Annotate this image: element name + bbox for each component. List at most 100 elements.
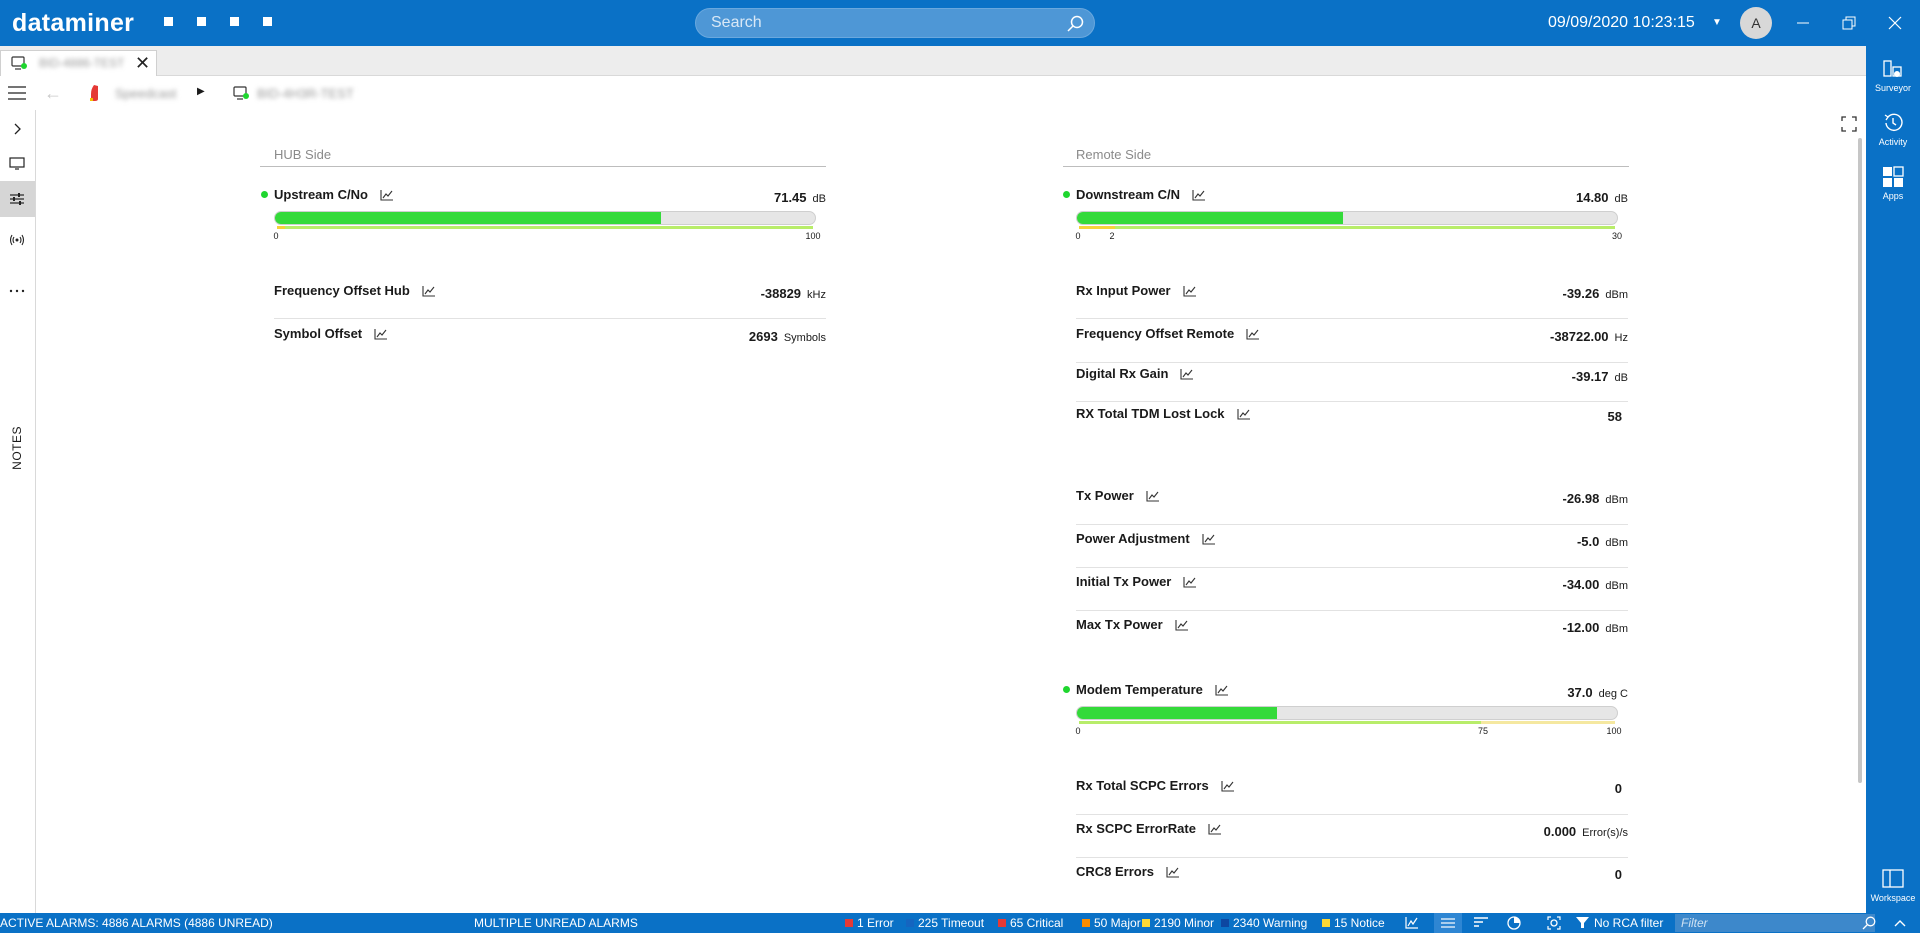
downstream-cn-param[interactable]: Downstream C/N 14.80 dB — [1076, 187, 1628, 207]
breadcrumb-separator-icon[interactable]: ▶ — [197, 86, 205, 97]
apps-button[interactable]: Apps — [1866, 166, 1920, 201]
hamburger-menu-icon[interactable] — [8, 86, 26, 100]
gauge-fill — [1077, 212, 1344, 224]
restore-icon[interactable] — [1838, 12, 1860, 34]
surveyor-icon — [1883, 60, 1902, 77]
filter-icon[interactable] — [1576, 916, 1589, 929]
param-label: RX Total TDM Lost Lock — [1076, 406, 1251, 421]
alarm-counter[interactable]: 50 Major — [1082, 916, 1141, 930]
alarm-counter[interactable]: 65 Critical — [998, 916, 1063, 930]
alarm-counter[interactable]: 2190 Minor — [1142, 916, 1214, 930]
list-icon — [1441, 918, 1455, 928]
param-label: Modem Temperature — [1076, 682, 1229, 697]
trend-icon[interactable] — [380, 189, 394, 201]
modem-temperature-gauge — [1076, 706, 1618, 720]
param-value: 37.0 deg C — [1567, 685, 1628, 700]
bar-view-icon[interactable] — [1474, 916, 1488, 929]
trend-icon[interactable] — [1221, 780, 1235, 792]
connections-tab[interactable] — [0, 222, 35, 258]
pie-view-icon[interactable] — [1507, 916, 1521, 930]
trend-icon[interactable] — [1183, 285, 1197, 297]
trend-icon[interactable] — [374, 328, 388, 340]
trend-icon[interactable] — [1236, 408, 1251, 420]
parameter-row[interactable]: CRC8 Errors 0 — [1076, 864, 1628, 884]
parameter-row[interactable]: RX Total TDM Lost Lock 58 — [1076, 406, 1628, 426]
parameter-row[interactable]: Digital Rx Gain -39.17 dB — [1076, 366, 1628, 386]
parameter-row[interactable]: Rx Input Power -39.26 dBm — [1076, 283, 1628, 303]
trend-icon[interactable] — [1202, 533, 1216, 545]
breadcrumb-item-view[interactable]: Speedcast — [115, 86, 176, 101]
focus-icon[interactable] — [1547, 916, 1561, 930]
alarm-counter[interactable]: 2340 Warning — [1221, 916, 1307, 930]
trend-icon[interactable] — [1192, 189, 1206, 201]
downstream-cn-gauge — [1076, 211, 1618, 225]
active-alarms-text[interactable]: ACTIVE ALARMS: 4886 ALARMS (4886 UNREAD) — [0, 916, 273, 930]
close-icon[interactable] — [1884, 12, 1906, 34]
parameter-row[interactable]: Rx SCPC ErrorRate 0.000 Error(s)/s — [1076, 821, 1628, 841]
trend-icon[interactable] — [1183, 576, 1197, 588]
parameters-tab[interactable] — [0, 181, 35, 217]
row-divider — [1076, 814, 1628, 815]
quick-launch-item-2[interactable] — [197, 17, 206, 26]
trend-icon[interactable] — [1166, 866, 1180, 878]
display-tab[interactable] — [0, 145, 35, 181]
param-value: -5.0 dBm — [1576, 534, 1628, 549]
expand-panel-button[interactable] — [0, 111, 35, 147]
history-icon — [1884, 113, 1903, 132]
parameter-row[interactable]: Frequency Offset Hub -38829 kHz — [274, 283, 826, 303]
back-arrow-icon[interactable]: ← — [44, 83, 62, 104]
quick-launch-item-3[interactable] — [230, 17, 239, 26]
tab-element[interactable]: BID-4886-TEST ✕ — [0, 50, 157, 76]
parameter-row[interactable]: Power Adjustment -5.0 dBm — [1076, 531, 1628, 551]
list-view-button[interactable] — [1434, 913, 1462, 933]
parameter-row[interactable]: Tx Power -26.98 dBm — [1076, 488, 1628, 508]
alarm-counter[interactable]: 15 Notice — [1322, 916, 1385, 930]
alarm-counter[interactable]: 1 Error — [845, 916, 894, 930]
avatar[interactable]: A — [1740, 7, 1772, 39]
row-divider — [1076, 857, 1628, 858]
parameter-row[interactable]: Rx Total SCPC Errors 0 — [1076, 778, 1628, 798]
parameter-row[interactable]: Symbol Offset 2693 Symbols — [274, 326, 826, 346]
trend-icon[interactable] — [422, 285, 436, 297]
search-icon[interactable] — [1862, 916, 1876, 930]
trend-icon[interactable] — [1246, 328, 1260, 340]
search-input[interactable] — [696, 9, 1094, 37]
quick-launch-item-1[interactable] — [164, 17, 173, 26]
severity-indicator — [906, 919, 914, 927]
trend-icon[interactable] — [1175, 619, 1189, 631]
apps-grid-icon — [1883, 166, 1904, 187]
trend-icon[interactable] — [1180, 368, 1194, 380]
more-button[interactable] — [0, 273, 35, 309]
remote-side-title: Remote Side — [1076, 147, 1152, 162]
gauge-fill — [275, 212, 661, 224]
notes-tab[interactable]: NOTES — [10, 426, 24, 470]
parameter-row[interactable]: Max Tx Power -12.00 dBm — [1076, 617, 1628, 637]
parameter-row[interactable]: Frequency Offset Remote -38722.00 Hz — [1076, 326, 1628, 346]
surveyor-button[interactable]: Surveyor — [1866, 58, 1920, 93]
tab-close-icon[interactable]: ✕ — [135, 53, 150, 74]
chevron-up-icon[interactable] — [1893, 916, 1907, 930]
app-logo[interactable]: dataminer — [12, 9, 134, 38]
status-indicator — [1063, 191, 1070, 198]
trend-icon[interactable] — [1215, 684, 1229, 696]
modem-temperature-param[interactable]: Modem Temperature 37.0 deg C — [1076, 682, 1628, 702]
trend-icon[interactable] — [1146, 490, 1160, 502]
param-value: -39.26 dBm — [1562, 286, 1629, 301]
chevron-down-icon[interactable]: ▼ — [1712, 17, 1722, 28]
search-icon[interactable] — [1066, 15, 1084, 33]
rca-filter-text[interactable]: No RCA filter — [1594, 916, 1663, 930]
quick-launch-item-4[interactable] — [263, 17, 272, 26]
parameter-row[interactable]: Initial Tx Power -34.00 dBm — [1076, 574, 1628, 594]
unread-alarms-text[interactable]: MULTIPLE UNREAD ALARMS — [474, 916, 638, 930]
status-indicator — [261, 191, 268, 198]
activity-button[interactable]: Activity — [1866, 112, 1920, 147]
alarm-filter-input[interactable] — [1675, 914, 1875, 932]
upstream-cno-param[interactable]: Upstream C/No 71.45 dB — [274, 187, 826, 207]
minimize-icon[interactable] — [1792, 12, 1814, 34]
alarm-counter[interactable]: 225 Timeout — [906, 916, 984, 930]
breadcrumb-item-element[interactable]: BID-4H3R-TEST — [257, 86, 354, 101]
trend-icon[interactable] — [1208, 823, 1222, 835]
workspace-button[interactable]: Workspace — [1866, 868, 1920, 903]
trend-icon[interactable] — [1405, 916, 1419, 929]
gauge-min-label: 0 — [1075, 231, 1081, 241]
